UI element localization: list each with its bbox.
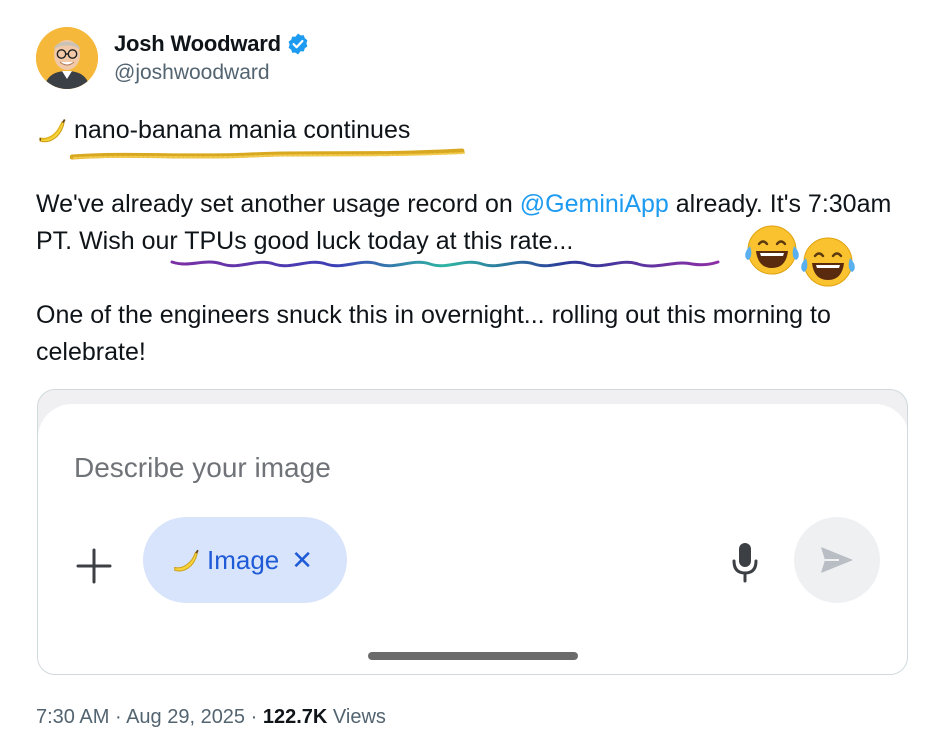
image-mode-chip[interactable]: Image ✕ xyxy=(143,517,347,603)
banana-icon xyxy=(39,119,66,143)
headline-text: nano-banana mania continues xyxy=(74,115,411,144)
banana-icon xyxy=(174,549,199,572)
plus-icon[interactable] xyxy=(74,546,114,586)
tweet-date[interactable]: Aug 29, 2025 xyxy=(126,706,245,728)
home-indicator xyxy=(368,652,578,660)
author-handle[interactable]: @joshwoodward xyxy=(114,61,310,85)
tweet-header: Josh Woodward @joshwoodward xyxy=(36,27,310,89)
prompt-input[interactable]: Describe your image xyxy=(74,452,331,484)
close-icon[interactable]: ✕ xyxy=(291,545,313,576)
laughing-tears-icon xyxy=(745,225,799,275)
tweet-time[interactable]: 7:30 AM xyxy=(36,706,109,728)
send-button[interactable] xyxy=(794,517,880,603)
microphone-icon[interactable] xyxy=(729,541,761,585)
gemini-prompt-panel: Describe your image Image ✕ xyxy=(38,404,907,674)
mention-link[interactable]: @GeminiApp xyxy=(520,190,669,218)
views-label: Views xyxy=(332,706,386,728)
embedded-media-card[interactable]: Describe your image Image ✕ xyxy=(37,389,908,675)
verified-badge-icon[interactable] xyxy=(286,32,310,56)
avatar-portrait xyxy=(36,27,98,89)
chip-label: Image xyxy=(207,544,280,575)
meta-separator: · xyxy=(109,706,127,728)
send-icon xyxy=(821,547,853,573)
tweet-paragraph-2: One of the engineers snuck this in overn… xyxy=(36,301,831,366)
tweet-headline: nano-banana mania continues xyxy=(36,114,410,146)
author-name[interactable]: Josh Woodward xyxy=(114,31,281,57)
gold-underline-decoration xyxy=(70,148,465,160)
meta-separator: · xyxy=(245,706,263,728)
views-count: 122.7K xyxy=(262,706,328,728)
rainbow-squiggle-decoration xyxy=(170,260,720,268)
paragraph-1-text-start: We've already set another usage record o… xyxy=(36,190,520,218)
laughing-tears-icon xyxy=(801,237,855,287)
avatar[interactable] xyxy=(36,27,98,89)
tweet-meta: 7:30 AM · Aug 29, 2025 · 122.7K Views xyxy=(36,706,386,729)
